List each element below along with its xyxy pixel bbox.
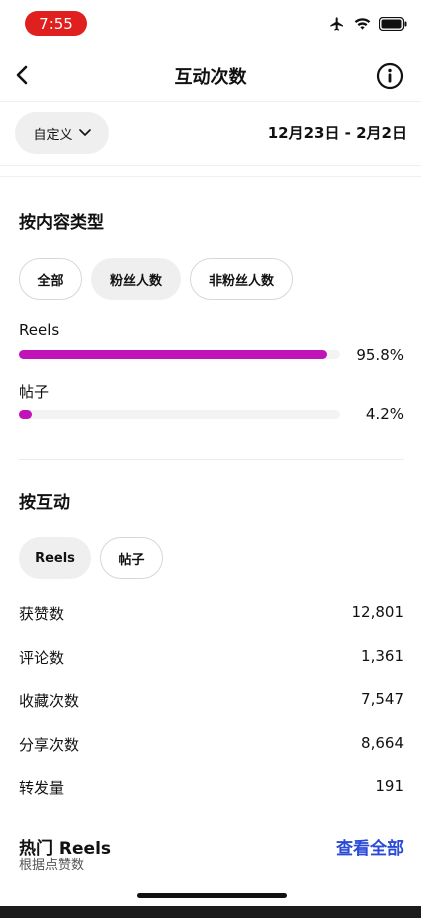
info-button[interactable] [376,62,404,90]
chip-followers[interactable]: 粉丝人数 [91,258,181,300]
filter-bar: 自定义 12月23日 - 2月2日 [0,102,421,166]
chevron-down-icon [78,129,91,137]
divider [0,176,421,177]
page-title: 互动次数 [174,67,247,88]
metric-label: 收藏次数 [19,692,80,710]
bar-track-reels [19,350,340,359]
hot-reels-subtitle: 根据点赞数 [19,858,85,873]
airplane-icon [328,16,346,32]
bar-fill-reels [19,350,327,359]
metric-row: 获赞数 12,801 [19,603,404,625]
nav-bar: 互动次数 [0,50,421,102]
status-bar: 7:55 [0,0,421,50]
battery-icon [379,17,407,31]
metric-row: 转发量 191 [19,777,404,799]
status-time: 7:55 [25,11,87,36]
section-divider [19,459,404,460]
metric-row: 分享次数 8,664 [19,734,404,756]
info-icon [376,62,404,90]
status-icons [328,16,407,32]
metric-value: 191 [375,777,404,795]
metric-label: 获赞数 [19,605,65,623]
bar-pct-posts: 4.2% [365,405,404,423]
bar-label-reels: Reels [19,321,60,339]
chip-all[interactable]: 全部 [19,258,82,300]
metric-value: 1,361 [361,647,404,665]
interaction-title: 按互动 [19,493,70,513]
date-range-dropdown[interactable]: 自定义 [15,112,109,154]
metric-value: 7,547 [361,690,404,708]
metric-row: 评论数 1,361 [19,647,404,669]
home-indicator[interactable] [137,893,287,898]
date-range-text: 12月23日 - 2月2日 [267,124,407,142]
tab-posts[interactable]: 帖子 [100,537,163,579]
bottom-strip [0,906,421,918]
chip-non-followers[interactable]: 非粉丝人数 [190,258,293,300]
wifi-icon [354,17,371,31]
bar-pct-reels: 95.8% [356,346,404,364]
bar-label-posts: 帖子 [19,383,50,401]
metric-label: 分享次数 [19,736,80,754]
bar-track-posts [19,410,340,419]
metric-row: 收藏次数 7,547 [19,690,404,712]
metric-value: 12,801 [351,603,405,621]
view-all-link[interactable]: 查看全部 [336,834,404,859]
dropdown-label: 自定义 [33,127,73,143]
content-type-title: 按内容类型 [19,213,104,233]
bar-fill-posts [19,410,33,419]
metric-value: 8,664 [361,734,404,752]
tab-reels[interactable]: Reels [19,537,91,579]
metric-label: 转发量 [19,779,65,797]
metric-label: 评论数 [19,649,65,667]
